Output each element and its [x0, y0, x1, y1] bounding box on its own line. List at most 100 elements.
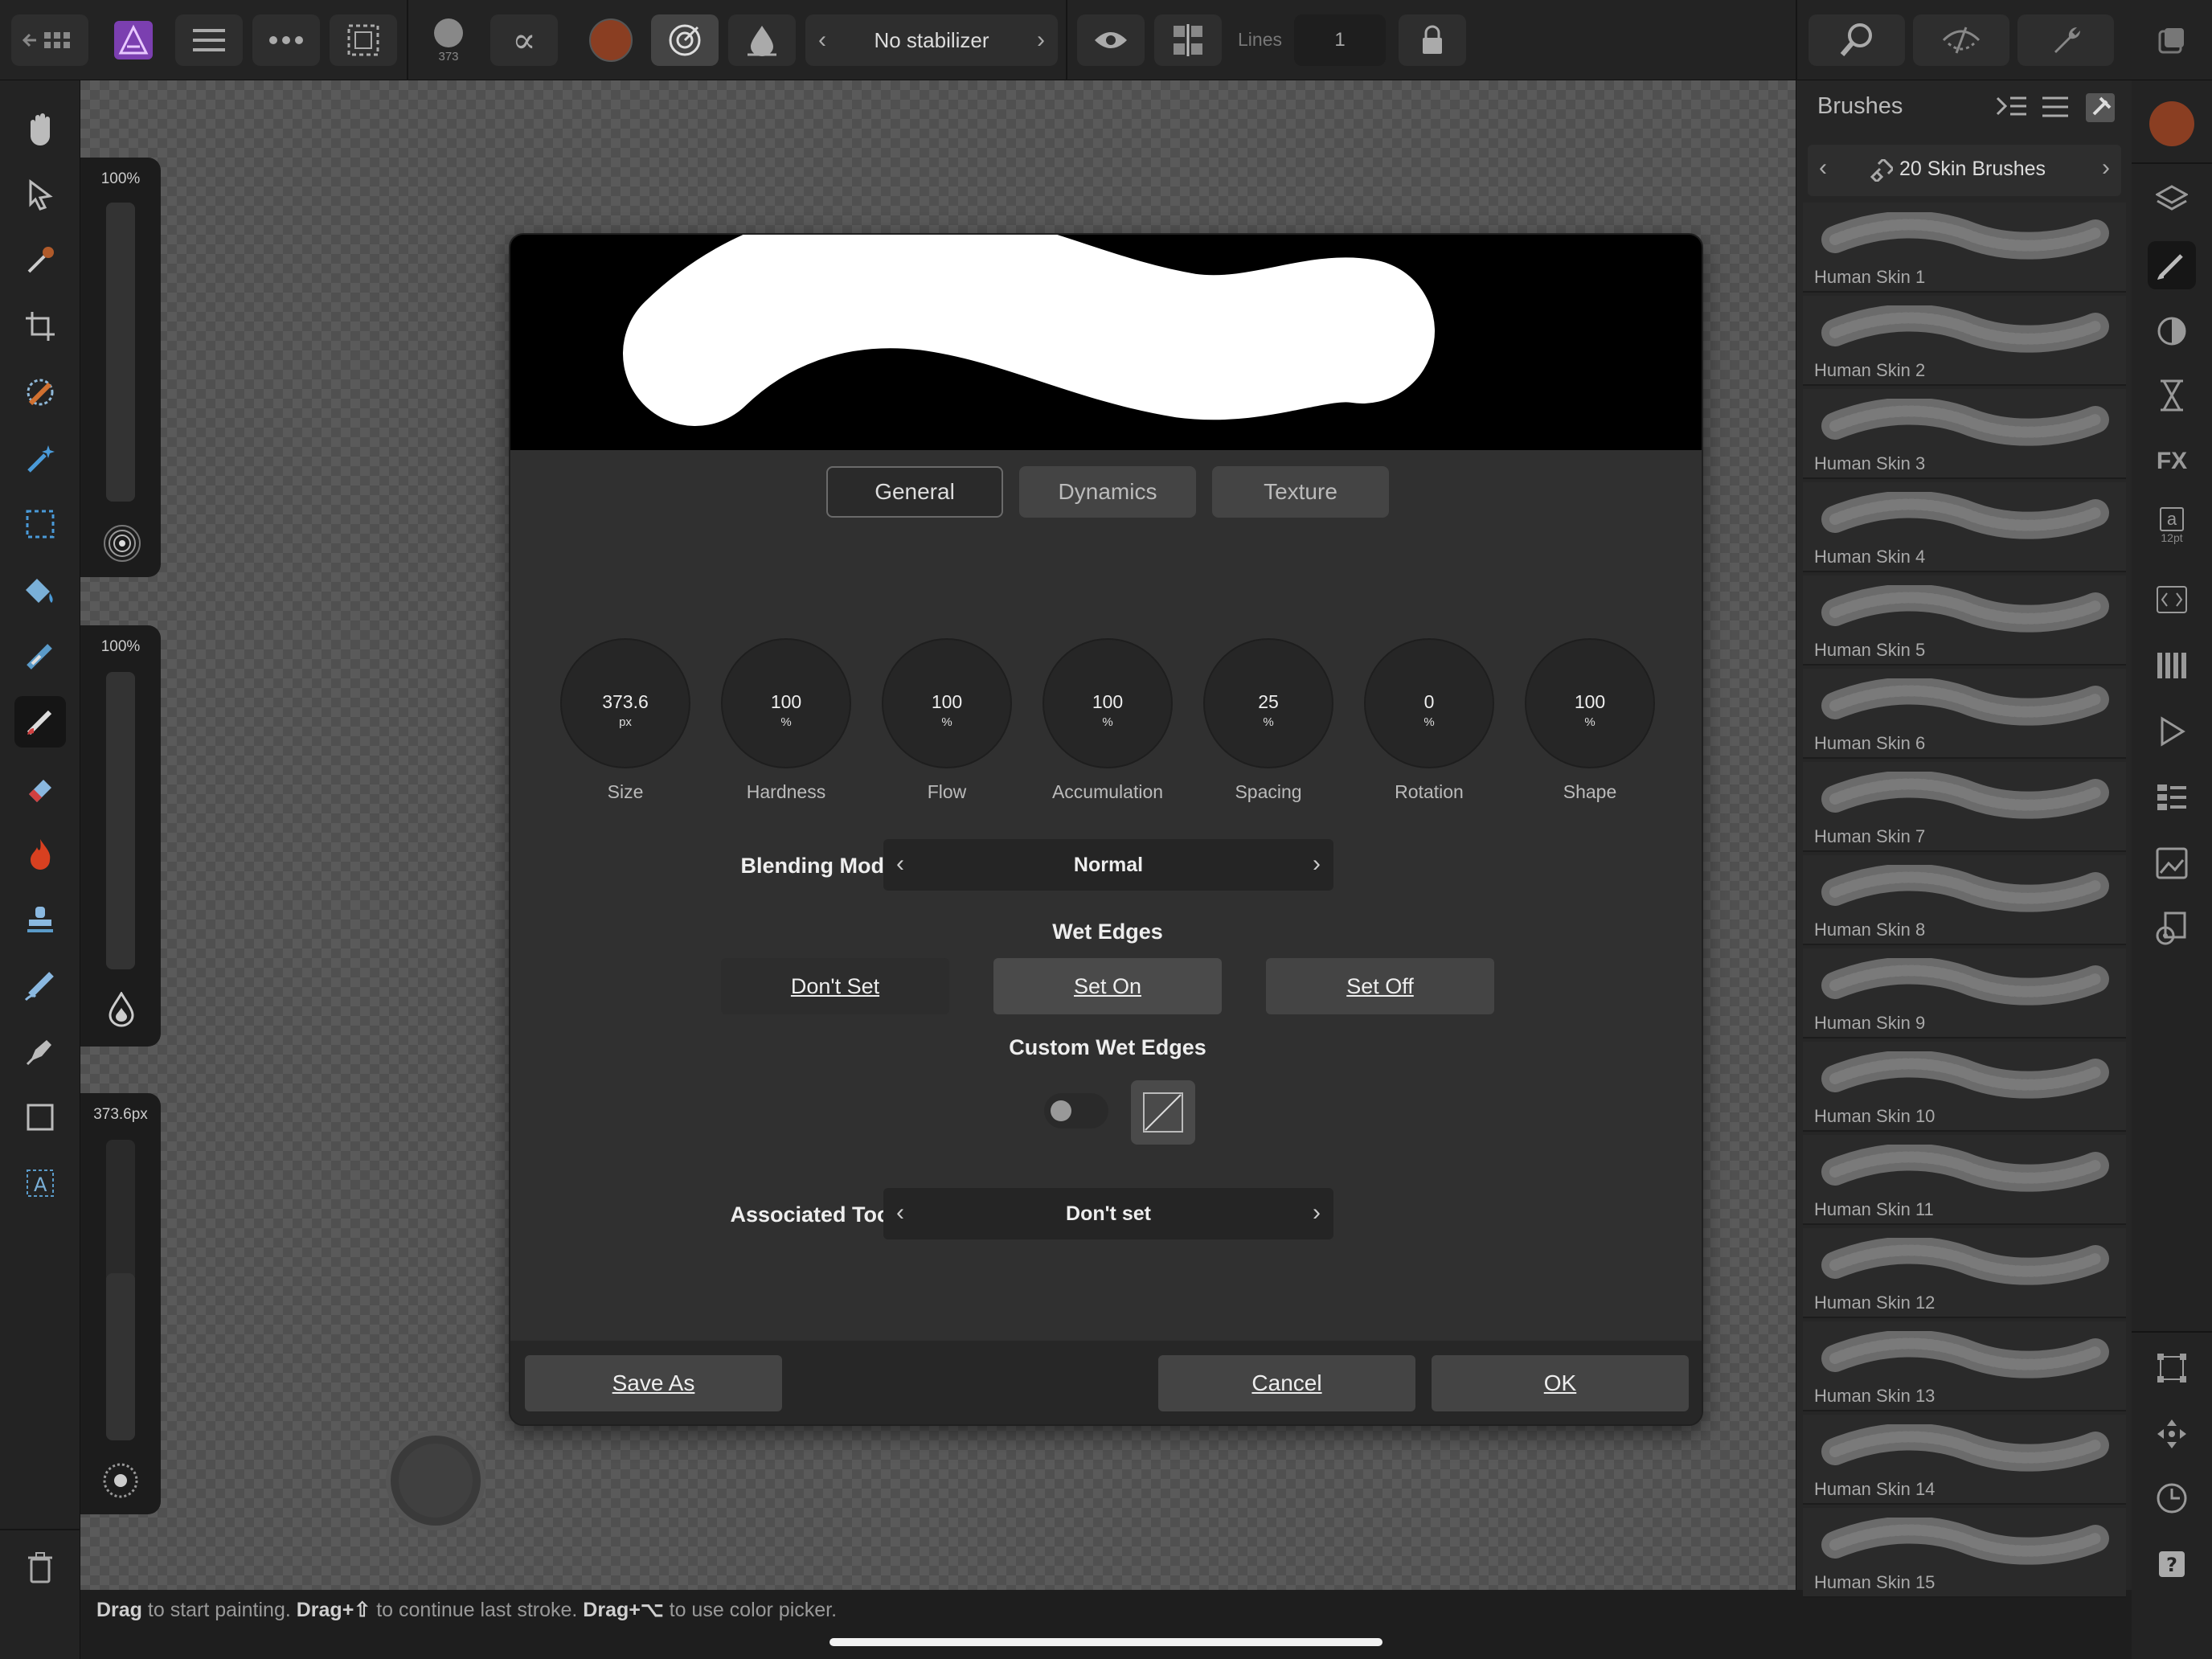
brush-item[interactable]: Human Skin 13: [1803, 1321, 2126, 1411]
transform-button[interactable]: [2148, 1344, 2196, 1392]
window-button[interactable]: [2144, 14, 2199, 66]
panel-pin-button[interactable]: [2084, 92, 2116, 128]
erase-tool[interactable]: [14, 762, 66, 813]
panel-collapse-icon[interactable]: [1996, 95, 2028, 122]
brush-size-button[interactable]: 373: [418, 14, 479, 66]
selection-brush-tool[interactable]: [14, 367, 66, 418]
brush-item[interactable]: Human Skin 12: [1803, 1228, 2126, 1318]
lock-button[interactable]: [1399, 14, 1466, 66]
save-as-button[interactable]: Save As: [525, 1355, 782, 1411]
associated-next-icon[interactable]: ›: [1313, 1199, 1321, 1227]
tab-texture[interactable]: Texture: [1212, 466, 1389, 518]
view-tool[interactable]: [14, 103, 66, 154]
associated-prev-icon[interactable]: ‹: [896, 1199, 904, 1227]
accumulation-dial[interactable]: 100 %: [1043, 638, 1173, 768]
brush-item[interactable]: Human Skin 2: [1803, 296, 2126, 386]
brush-item[interactable]: Human Skin 14: [1803, 1415, 2126, 1505]
shape-tool[interactable]: [14, 1092, 66, 1143]
brush-item[interactable]: Human Skin 5: [1803, 576, 2126, 666]
macro-panel-button[interactable]: [2148, 707, 2196, 756]
size-dial[interactable]: 373.6 px: [560, 638, 690, 768]
tab-dynamics[interactable]: Dynamics: [1019, 466, 1196, 518]
text-tool[interactable]: A: [14, 1157, 66, 1209]
brush-item[interactable]: Human Skin 3: [1803, 389, 2126, 479]
flood-fill-tool[interactable]: [14, 564, 66, 616]
history-scrub-button[interactable]: [2148, 1474, 2196, 1522]
pressure-button[interactable]: [651, 14, 719, 66]
color-panel-button[interactable]: [2148, 100, 2196, 148]
custom-wet-edges-toggle[interactable]: [1044, 1093, 1108, 1129]
brushes-panel-button[interactable]: [2148, 241, 2196, 289]
clone-tool[interactable]: [14, 894, 66, 945]
back-to-gallery-button[interactable]: [11, 14, 88, 66]
tab-general[interactable]: General: [826, 466, 1003, 518]
brush-item[interactable]: Human Skin 4: [1803, 482, 2126, 572]
color-picker-tool[interactable]: [14, 235, 66, 286]
text-styles-panel-button[interactable]: a 12pt: [2148, 502, 2196, 550]
settings-panel-button[interactable]: [2148, 905, 2196, 953]
layers-panel-button[interactable]: [2148, 175, 2196, 223]
zoom-button[interactable]: [1809, 14, 1905, 66]
size-slider[interactable]: [106, 1140, 135, 1440]
panel-menu-icon[interactable]: [2041, 95, 2070, 119]
burn-tool[interactable]: [14, 828, 66, 879]
ok-button[interactable]: OK: [1432, 1355, 1689, 1411]
associated-tool-selector[interactable]: ‹ Don't set ›: [883, 1188, 1333, 1239]
rotation-dial[interactable]: 0 %: [1364, 638, 1494, 768]
stabilizer-next-icon[interactable]: ›: [1037, 27, 1045, 54]
brush-item[interactable]: Human Skin 11: [1803, 1135, 2126, 1225]
spacing-dial[interactable]: 25 %: [1203, 638, 1333, 768]
tool-options-button[interactable]: [2017, 14, 2114, 66]
fx-panel-button[interactable]: FX: [2148, 437, 2196, 485]
flow-dial[interactable]: 100 %: [882, 638, 1012, 768]
pen-tool[interactable]: [14, 1026, 66, 1077]
paint-brush-tool[interactable]: [14, 696, 66, 748]
flow-slider[interactable]: [106, 672, 135, 969]
navigator-panel-button[interactable]: [2148, 839, 2196, 887]
category-next-icon[interactable]: ›: [2102, 154, 2110, 182]
smudge-tool[interactable]: [14, 960, 66, 1011]
opacity-slider[interactable]: [106, 203, 135, 502]
move-tool[interactable]: [14, 169, 66, 220]
wet-edges-set-on-button[interactable]: Set On: [993, 958, 1222, 1014]
marquee-tool[interactable]: [14, 498, 66, 550]
wet-edges-dont-set-button[interactable]: Don't Set: [721, 958, 949, 1014]
selection-button[interactable]: [330, 14, 397, 66]
hardness-dial[interactable]: 100 %: [721, 638, 851, 768]
brush-item[interactable]: Human Skin 15: [1803, 1508, 2126, 1598]
affinity-photo-logo[interactable]: [108, 14, 159, 66]
custom-wet-edges-curve-button[interactable]: [1131, 1080, 1195, 1145]
more-button[interactable]: [252, 14, 320, 66]
opacity-alpha-button[interactable]: ∝: [490, 14, 558, 66]
blending-next-icon[interactable]: ›: [1313, 850, 1321, 878]
swatches-panel-button[interactable]: [2148, 641, 2196, 690]
history-panel-button[interactable]: [2148, 371, 2196, 420]
scripts-panel-button[interactable]: [2148, 576, 2196, 624]
help-button[interactable]: ?: [2148, 1540, 2196, 1588]
brush-item[interactable]: Human Skin 10: [1803, 1042, 2126, 1132]
brush-item[interactable]: Human Skin 9: [1803, 948, 2126, 1038]
stabilizer-selector[interactable]: ‹ No stabilizer ›: [805, 14, 1058, 66]
delete-button[interactable]: [14, 1542, 66, 1593]
stabilizer-prev-icon[interactable]: ‹: [818, 27, 826, 54]
quick-mask-button[interactable]: [1913, 14, 2009, 66]
brush-item[interactable]: Human Skin 7: [1803, 762, 2126, 852]
move-nudge-button[interactable]: [2148, 1410, 2196, 1458]
brush-item[interactable]: Human Skin 8: [1803, 855, 2126, 945]
flood-select-tool[interactable]: [14, 432, 66, 484]
blending-prev-icon[interactable]: ‹: [896, 850, 904, 878]
view-button[interactable]: [1077, 14, 1145, 66]
crop-tool[interactable]: [14, 301, 66, 352]
lines-input[interactable]: 1: [1294, 14, 1386, 66]
brush-preview-well[interactable]: [386, 1431, 485, 1530]
cancel-button[interactable]: Cancel: [1158, 1355, 1415, 1411]
brush-category-selector[interactable]: ‹ 20 Skin Brushes ›: [1808, 145, 2121, 196]
wet-edges-button[interactable]: [728, 14, 796, 66]
category-prev-icon[interactable]: ‹: [1819, 154, 1827, 182]
menu-button[interactable]: [175, 14, 243, 66]
symmetry-button[interactable]: [1154, 14, 1222, 66]
adjustments-panel-button[interactable]: [2148, 307, 2196, 355]
blending-mode-selector[interactable]: ‹ Normal ›: [883, 839, 1333, 891]
brush-item[interactable]: Human Skin 1: [1803, 203, 2126, 293]
wet-edges-set-off-button[interactable]: Set Off: [1266, 958, 1494, 1014]
